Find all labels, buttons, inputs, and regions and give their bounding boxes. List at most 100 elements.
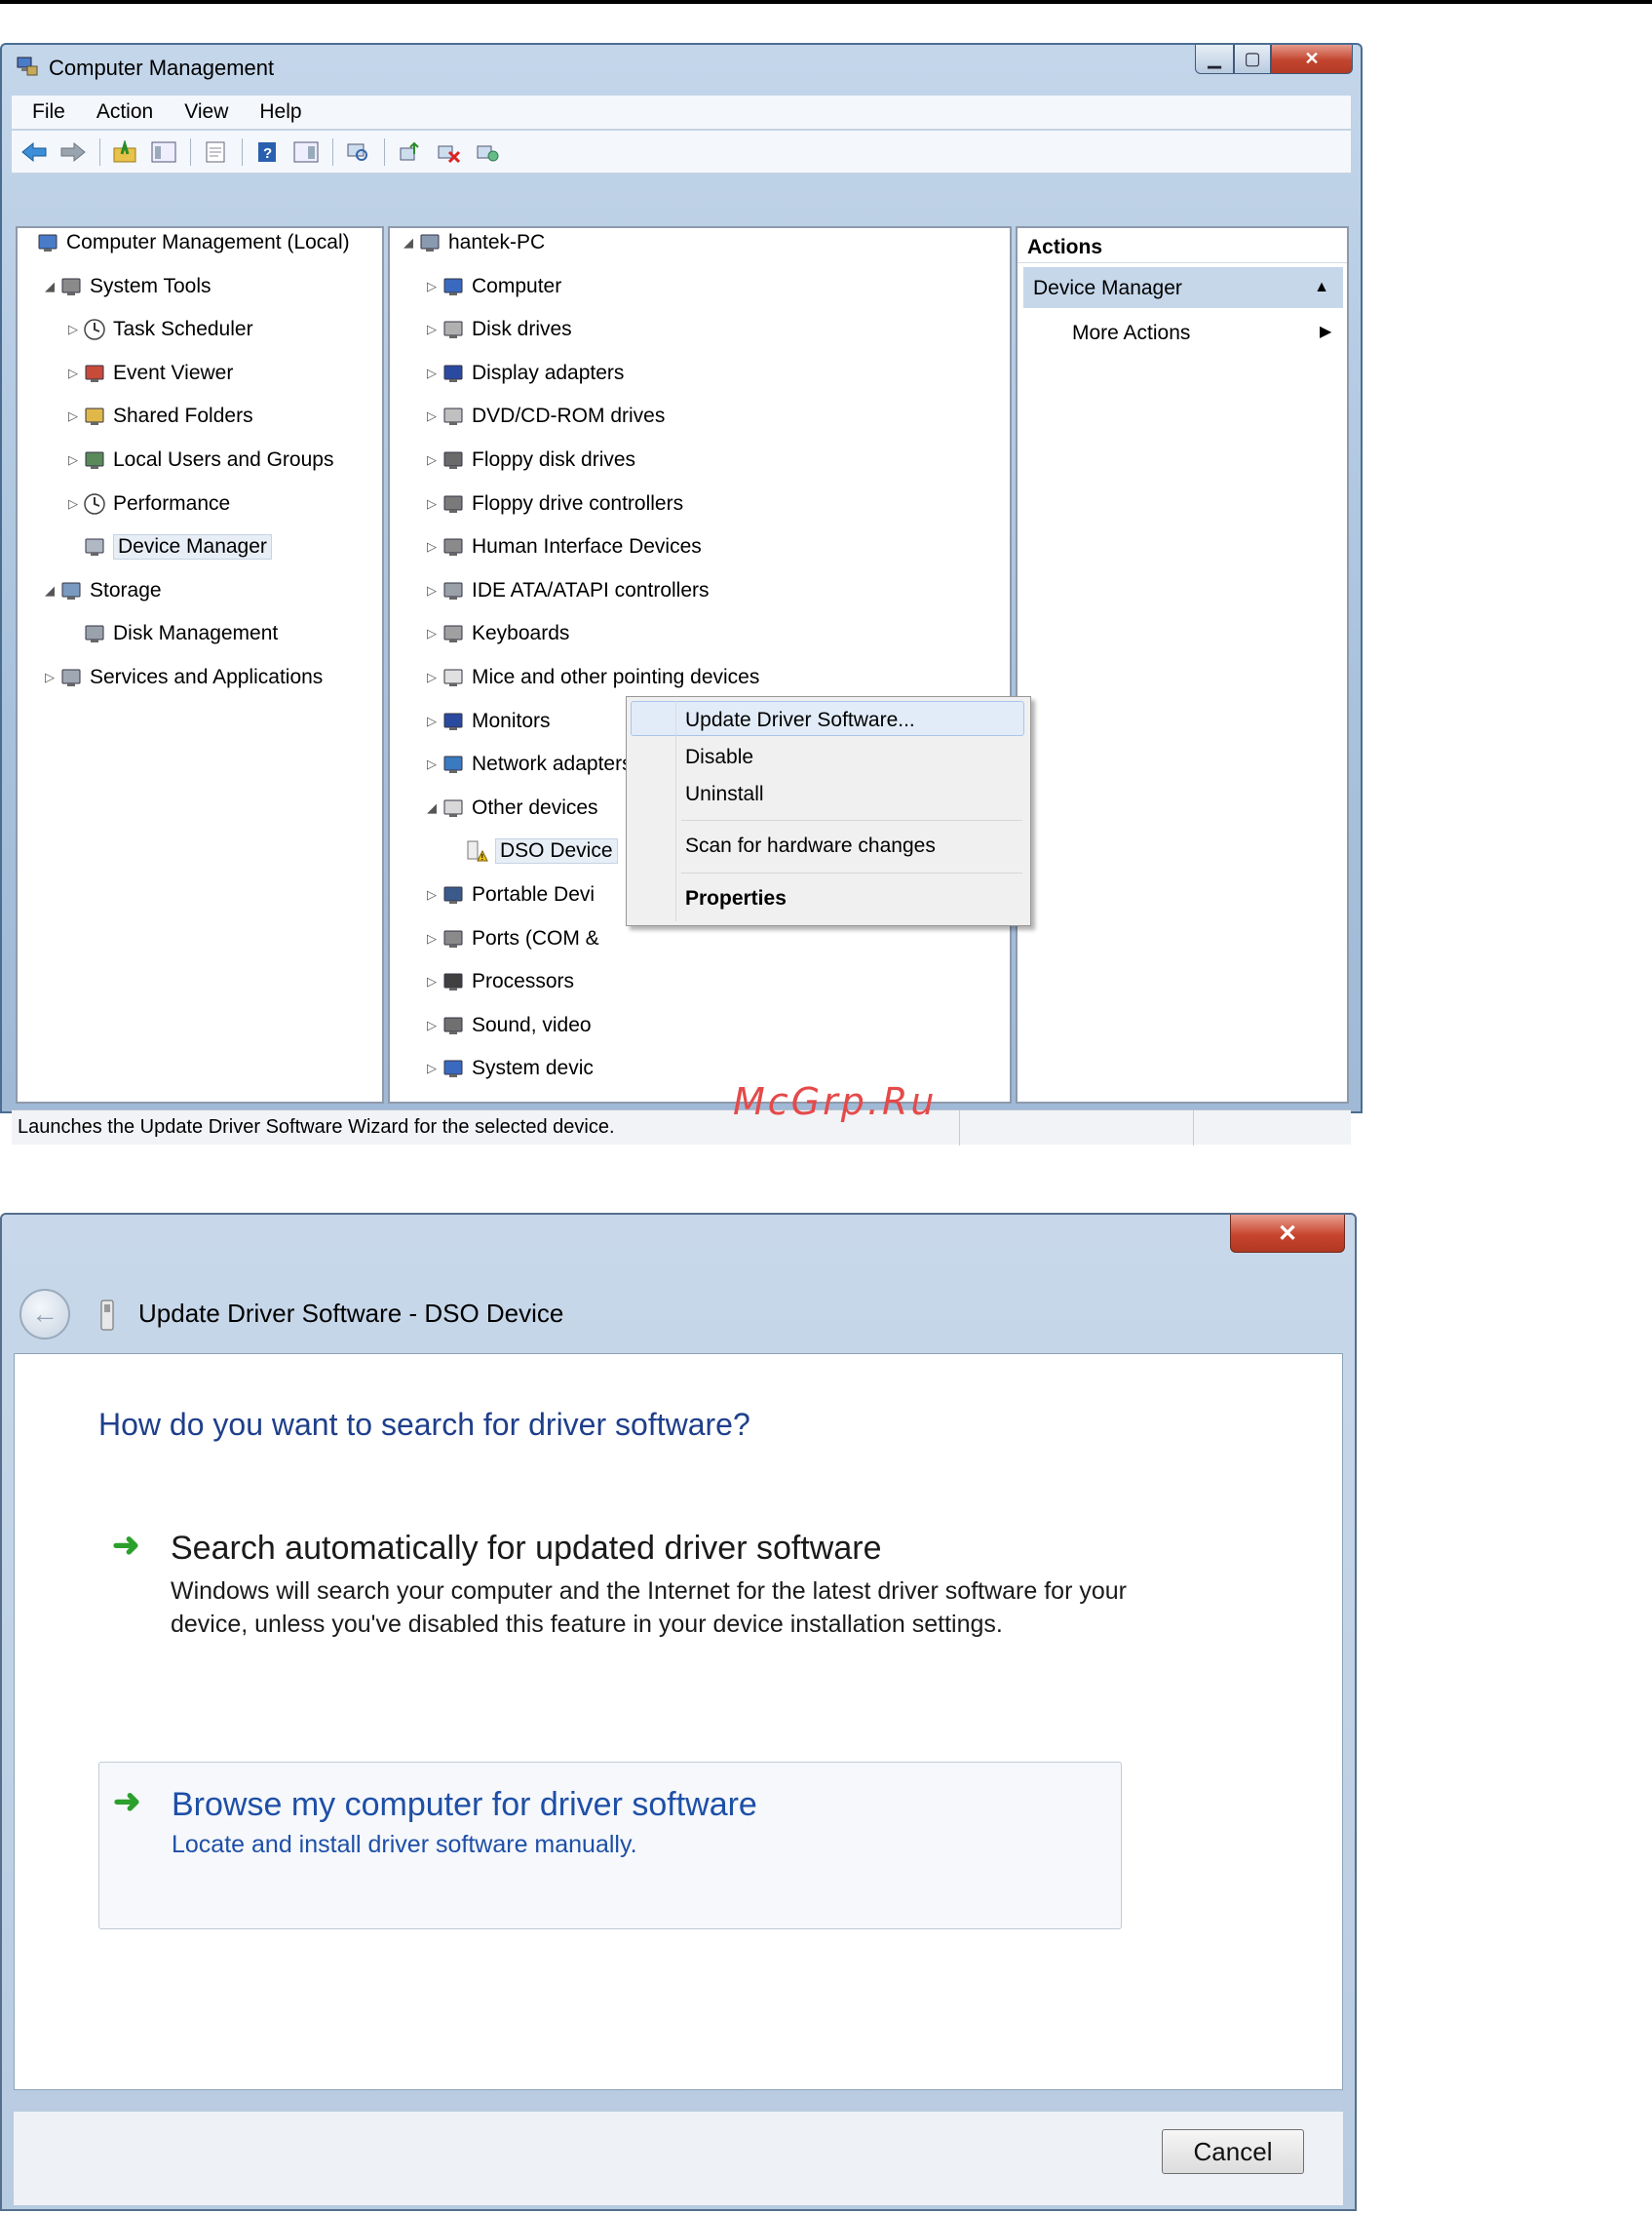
expanded-arrow-icon[interactable]: ◢ — [423, 800, 441, 816]
tree-item[interactable]: ▷ Display adapters — [423, 359, 624, 388]
update-driver-icon[interactable] — [395, 137, 424, 167]
actions-section-device-manager[interactable]: Device Manager ▲ — [1023, 267, 1343, 308]
menu-action[interactable]: Action — [76, 100, 164, 124]
menu-properties[interactable]: Properties — [685, 887, 787, 911]
tree-item[interactable]: ▷ Floppy disk drives — [423, 446, 635, 475]
tree-item[interactable]: ▷ Mice and other pointing devices — [423, 663, 759, 692]
collapsed-arrow-icon[interactable]: ▷ — [423, 408, 441, 424]
tree-item[interactable]: ▷ Keyboards — [423, 619, 569, 648]
properties-sheet-icon[interactable] — [201, 137, 230, 167]
collapsed-arrow-icon[interactable]: ▷ — [41, 670, 58, 685]
collapsed-arrow-icon[interactable]: ▷ — [423, 539, 441, 555]
tree-item[interactable]: ▷ System devic — [423, 1054, 594, 1083]
show-action-pane-icon[interactable] — [291, 137, 321, 167]
disk-management-icon — [82, 621, 107, 646]
tree-item[interactable]: ▷ Local Users and Groups — [64, 446, 333, 475]
menu-view[interactable]: View — [164, 100, 239, 124]
tree-item[interactable]: ▷ Disk drives — [423, 315, 572, 344]
tree-item-label: hantek-PC — [448, 231, 546, 253]
tree-item[interactable]: ◢ Other devices — [423, 794, 598, 823]
tree-item[interactable]: Device Manager — [64, 532, 272, 562]
enable-device-icon[interactable] — [473, 137, 502, 167]
show-hide-tree-icon[interactable] — [149, 137, 178, 167]
more-actions-link[interactable]: More Actions — [1072, 322, 1190, 345]
close-icon: ✕ — [1277, 1220, 1298, 1247]
tree-item[interactable]: Disk Management — [64, 619, 278, 648]
collapsed-arrow-icon[interactable]: ▷ — [423, 1061, 441, 1076]
menu-file[interactable]: File — [12, 100, 76, 124]
menu-update-driver-software[interactable]: Update Driver Software... — [685, 709, 915, 732]
tree-item[interactable]: ▷ Computer — [423, 272, 561, 301]
collapsed-arrow-icon[interactable]: ▷ — [423, 452, 441, 468]
tree-item[interactable]: ▷ Floppy drive controllers — [423, 489, 683, 519]
tree-item[interactable]: ▷ Ports (COM & — [423, 924, 599, 953]
tree-item[interactable]: ▷ Portable Devi — [423, 880, 595, 910]
tree-item-label: Device Manager — [113, 534, 272, 561]
cancel-button[interactable]: Cancel — [1162, 2129, 1304, 2174]
close-icon: ✕ — [1304, 49, 1320, 68]
title-bar[interactable]: Computer Management ▁ ▢ ✕ — [2, 45, 1361, 90]
tree-item[interactable]: ▷Universal Seri — [423, 1098, 599, 1102]
computer-management-icon — [16, 55, 39, 78]
collapsed-arrow-icon[interactable]: ▷ — [423, 931, 441, 947]
expanded-arrow-icon[interactable]: ◢ — [41, 279, 58, 294]
tree-item[interactable]: ▷ Sound, video — [423, 1011, 592, 1040]
collapsed-arrow-icon[interactable]: ▷ — [64, 408, 82, 424]
collapsed-arrow-icon[interactable]: ▷ — [423, 714, 441, 729]
collapsed-arrow-icon[interactable]: ▷ — [423, 322, 441, 337]
expanded-arrow-icon[interactable]: ◢ — [41, 583, 58, 599]
collapsed-arrow-icon[interactable]: ▷ — [64, 496, 82, 512]
tree-item[interactable]: ▷ Processors — [423, 967, 574, 996]
browse-computer-option[interactable]: ➜ Browse my computer for driver software… — [98, 1762, 1122, 1929]
forward-icon[interactable] — [58, 137, 88, 167]
collapsed-arrow-icon[interactable]: ▷ — [423, 974, 441, 990]
console-tree-pane[interactable]: Computer Management (Local) ◢ System Tools… — [16, 226, 384, 1104]
collapsed-arrow-icon[interactable]: ▷ — [64, 452, 82, 468]
submenu-arrow-icon: ▶ — [1320, 324, 1332, 340]
up-folder-icon[interactable] — [110, 137, 139, 167]
tree-item[interactable]: ◢ Storage — [41, 576, 162, 605]
tree-item[interactable]: ▷ Human Interface Devices — [423, 532, 702, 562]
collapsed-arrow-icon[interactable]: ▷ — [64, 366, 82, 381]
tree-item[interactable]: ▷ Services and Applications — [41, 663, 323, 692]
collapsed-arrow-icon[interactable]: ▷ — [423, 583, 441, 599]
collapsed-arrow-icon[interactable]: ▷ — [423, 1018, 441, 1033]
collapsed-arrow-icon[interactable]: ▷ — [423, 670, 441, 685]
close-button[interactable]: ✕ — [1271, 45, 1353, 74]
tree-item[interactable]: ▷ Network adapters — [423, 750, 633, 779]
collapsed-arrow-icon[interactable]: ▷ — [423, 496, 441, 512]
back-button[interactable]: ← — [19, 1289, 70, 1340]
tree-item[interactable]: ▷ Monitors — [423, 707, 551, 736]
scan-hardware-icon[interactable] — [343, 137, 372, 167]
status-divider — [959, 1110, 960, 1146]
tree-item[interactable]: ! DSO Device — [446, 836, 618, 866]
tree-item[interactable]: ▷ IDE ATA/ATAPI controllers — [423, 576, 710, 605]
collapsed-arrow-icon[interactable]: ▷ — [423, 757, 441, 772]
expanded-arrow-icon[interactable]: ◢ — [400, 235, 417, 251]
tree-item[interactable]: ▷ Shared Folders — [64, 402, 253, 431]
tree-item[interactable]: ▷ DVD/CD-ROM drives — [423, 402, 665, 431]
tree-item[interactable]: ▷ Performance — [64, 489, 230, 519]
collapsed-arrow-icon[interactable]: ▷ — [423, 366, 441, 381]
tree-item[interactable]: Computer Management (Local) — [18, 228, 350, 257]
back-icon[interactable] — [19, 137, 49, 167]
device-tree-pane[interactable]: ◢ hantek-PC ▷ Computer ▷ Disk drives ▷ Display … — [388, 226, 1012, 1104]
tree-item[interactable]: ◢ System Tools — [41, 272, 211, 301]
minimize-button[interactable]: ▁ — [1195, 45, 1234, 74]
menu-help[interactable]: Help — [239, 100, 312, 124]
watermark: McGrp.Ru — [733, 1080, 938, 1123]
collapsed-arrow-icon[interactable]: ▷ — [423, 626, 441, 641]
help-icon[interactable]: ? — [252, 137, 282, 167]
tree-item[interactable]: ▷ Task Scheduler — [64, 315, 253, 344]
collapsed-arrow-icon[interactable]: ▷ — [423, 279, 441, 294]
collapsed-arrow-icon[interactable]: ▷ — [64, 322, 82, 337]
menu-scan-for-hardware-changes[interactable]: Scan for hardware changes — [685, 835, 936, 858]
uninstall-device-icon[interactable] — [434, 137, 463, 167]
collapsed-arrow-icon[interactable]: ▷ — [423, 887, 441, 903]
menu-disable[interactable]: Disable — [685, 746, 753, 769]
tree-item[interactable]: ◢ hantek-PC — [400, 228, 545, 257]
tree-item[interactable]: ▷ Event Viewer — [64, 359, 233, 388]
menu-uninstall[interactable]: Uninstall — [685, 783, 764, 806]
close-button[interactable]: ✕ — [1230, 1215, 1345, 1253]
maximize-button[interactable]: ▢ — [1234, 45, 1271, 74]
